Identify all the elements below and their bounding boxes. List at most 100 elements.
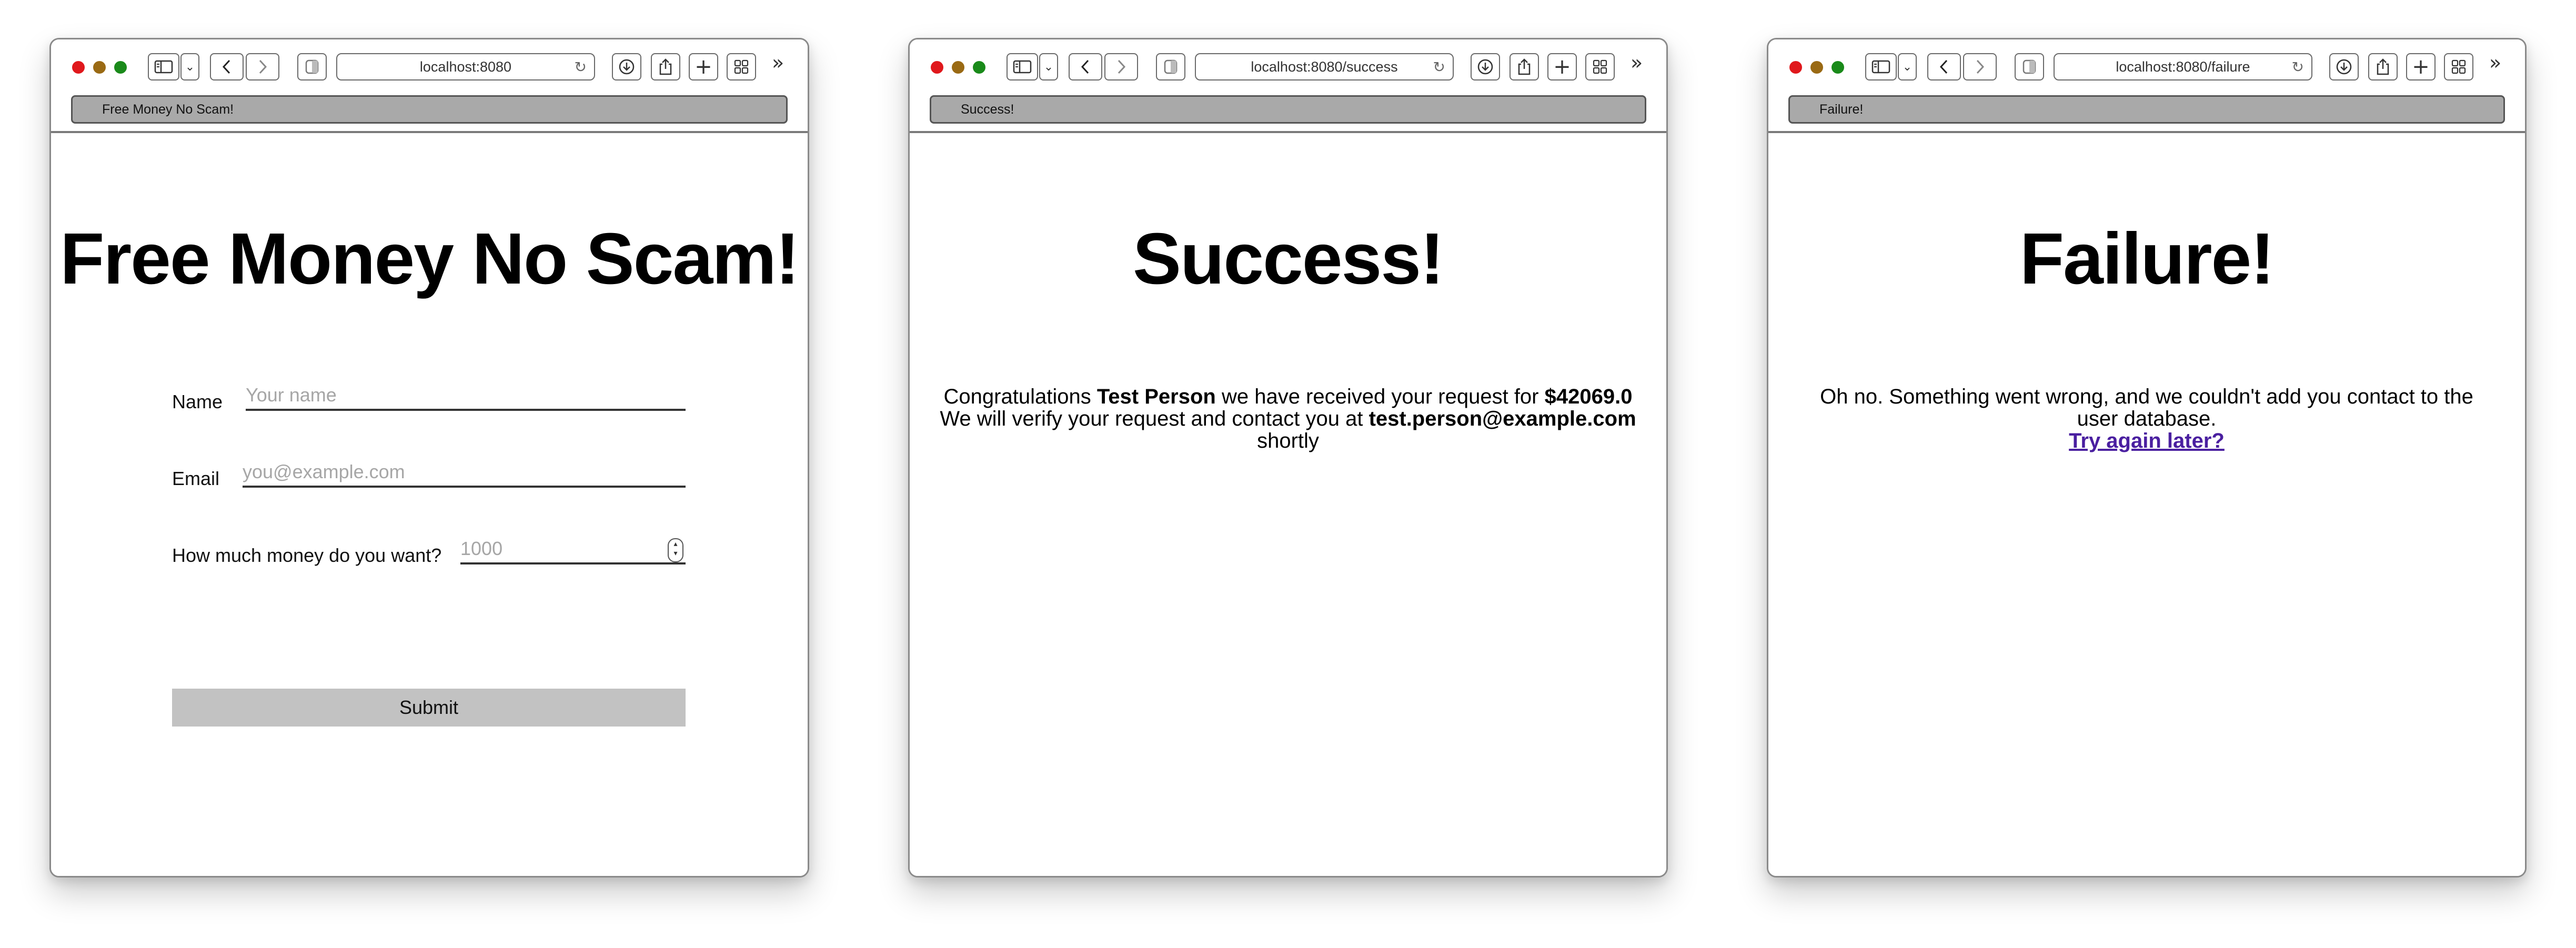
browser-toolbar: ⌄ localhost:8080 ↻ + » Free Money No Sca…	[51, 39, 808, 133]
close-window-button[interactable]	[931, 61, 943, 74]
download-icon	[2336, 59, 2352, 75]
double-chevron-icon[interactable]: »	[2489, 51, 2501, 74]
share-button[interactable]	[651, 53, 680, 80]
reload-icon[interactable]: ↻	[2292, 58, 2304, 76]
back-button[interactable]	[1927, 53, 1961, 80]
message-prefix: Congratulations	[943, 385, 1097, 408]
minimize-window-button[interactable]	[1810, 61, 1823, 74]
sidebar-menu-button[interactable]: ⌄	[180, 53, 199, 80]
shield-icon	[305, 59, 319, 74]
sidebar-menu-button[interactable]: ⌄	[1898, 53, 1917, 80]
message-middle: we have received your request for	[1215, 385, 1545, 408]
zoom-window-button[interactable]	[973, 61, 985, 74]
address-bar[interactable]: localhost:8080/failure ↻	[2054, 53, 2312, 80]
share-button[interactable]	[2368, 53, 2398, 80]
browser-toolbar: ⌄ localhost:8080/success ↻ + » Success!	[910, 39, 1666, 133]
url-text: localhost:8080/success	[1251, 58, 1398, 75]
page-title: Failure!	[2019, 218, 2275, 299]
success-message: Congratulations Test Person we have rece…	[910, 386, 1666, 452]
sidebar-icon	[154, 60, 173, 74]
shield-icon	[2022, 59, 2036, 74]
new-tab-button[interactable]: +	[1547, 53, 1577, 80]
chevron-left-icon	[1081, 59, 1089, 74]
download-icon	[619, 59, 635, 75]
tab-active[interactable]: Failure!	[1788, 95, 2505, 124]
sidebar-toggle-button[interactable]	[148, 53, 179, 80]
chevron-left-icon	[1939, 59, 1948, 74]
back-button[interactable]	[210, 53, 244, 80]
recipient-name: Test Person	[1096, 385, 1216, 408]
browser-toolbar: ⌄ localhost:8080/failure ↻ + » Failure!	[1768, 39, 2525, 133]
email-input[interactable]	[243, 458, 686, 488]
amount-input[interactable]	[460, 535, 686, 564]
back-button[interactable]	[1069, 53, 1102, 80]
name-input[interactable]	[246, 381, 686, 411]
browser-window-home: ⌄ localhost:8080 ↻ + » Free Money No Sca…	[49, 38, 809, 878]
tab-title: Success!	[961, 102, 1014, 117]
sidebar-menu-button[interactable]: ⌄	[1039, 53, 1058, 80]
double-chevron-icon[interactable]: »	[1631, 51, 1643, 74]
tab-active[interactable]: Free Money No Scam!	[71, 95, 788, 124]
amount-stepper[interactable]: ▴ ▾	[668, 538, 683, 562]
close-window-button[interactable]	[1789, 61, 1802, 74]
minimize-window-button[interactable]	[952, 61, 964, 74]
message-line2: We will verify your request and contact …	[940, 407, 1369, 430]
chevron-right-icon	[1118, 59, 1126, 74]
message-line3: shortly	[1257, 429, 1319, 452]
page-content: Success! Congratulations Test Person we …	[910, 133, 1666, 876]
chevron-down-icon: ⌄	[1043, 60, 1054, 74]
reload-icon[interactable]: ↻	[1433, 58, 1445, 76]
new-tab-button[interactable]: +	[689, 53, 718, 80]
tab-overview-button[interactable]	[1585, 53, 1615, 80]
share-icon	[1518, 58, 1531, 75]
privacy-button[interactable]	[2015, 53, 2044, 80]
requested-amount: $42069.0	[1544, 385, 1633, 408]
sidebar-toggle-button[interactable]	[1007, 53, 1038, 80]
new-tab-button[interactable]: +	[2406, 53, 2436, 80]
tab-overview-button[interactable]	[727, 53, 756, 80]
try-again-link[interactable]: Try again later?	[2069, 429, 2225, 452]
forward-button[interactable]	[1104, 53, 1138, 80]
privacy-button[interactable]	[1156, 53, 1185, 80]
chevron-right-icon	[1976, 59, 1985, 74]
address-bar[interactable]: localhost:8080 ↻	[336, 53, 595, 80]
url-text: localhost:8080/failure	[2116, 58, 2250, 75]
grid-icon	[734, 59, 749, 74]
address-bar[interactable]: localhost:8080/success ↻	[1195, 53, 1454, 80]
forward-button[interactable]	[246, 53, 279, 80]
recipient-email: test.person@example.com	[1368, 407, 1636, 430]
reload-icon[interactable]: ↻	[575, 58, 587, 76]
forward-button[interactable]	[1963, 53, 1997, 80]
share-icon	[2377, 58, 2389, 75]
downloads-button[interactable]	[1471, 53, 1500, 80]
tab-title: Failure!	[1819, 102, 1864, 117]
download-icon	[1477, 59, 1493, 75]
chevron-right-icon	[259, 59, 267, 74]
submit-button[interactable]: Submit	[172, 689, 686, 727]
double-chevron-icon[interactable]: »	[772, 51, 784, 74]
page-title: Success!	[1132, 218, 1444, 299]
downloads-button[interactable]	[2329, 53, 2359, 80]
chevron-down-icon: ⌄	[185, 60, 195, 74]
downloads-button[interactable]	[612, 53, 641, 80]
page-content: Failure! Oh no. Something went wrong, an…	[1768, 133, 2525, 876]
grid-icon	[1593, 59, 1607, 74]
chevron-left-icon	[222, 59, 230, 74]
tab-title: Free Money No Scam!	[102, 102, 234, 117]
tab-active[interactable]: Success!	[930, 95, 1646, 124]
chevron-down-icon: ⌄	[1902, 60, 1913, 74]
zoom-window-button[interactable]	[1832, 61, 1844, 74]
failure-text: Oh no. Something went wrong, and we coul…	[1820, 385, 2473, 430]
minimize-window-button[interactable]	[93, 61, 106, 74]
share-icon	[659, 58, 672, 75]
share-button[interactable]	[1510, 53, 1539, 80]
tab-overview-button[interactable]	[2444, 53, 2473, 80]
zoom-window-button[interactable]	[114, 61, 127, 74]
name-label: Name	[172, 391, 223, 412]
sidebar-toggle-button[interactable]	[1865, 53, 1897, 80]
privacy-button[interactable]	[297, 53, 327, 80]
page-content: Free Money No Scam! Name Email How much …	[51, 133, 808, 876]
grid-icon	[2451, 59, 2466, 74]
sidebar-icon	[1871, 60, 1890, 74]
close-window-button[interactable]	[72, 61, 85, 74]
